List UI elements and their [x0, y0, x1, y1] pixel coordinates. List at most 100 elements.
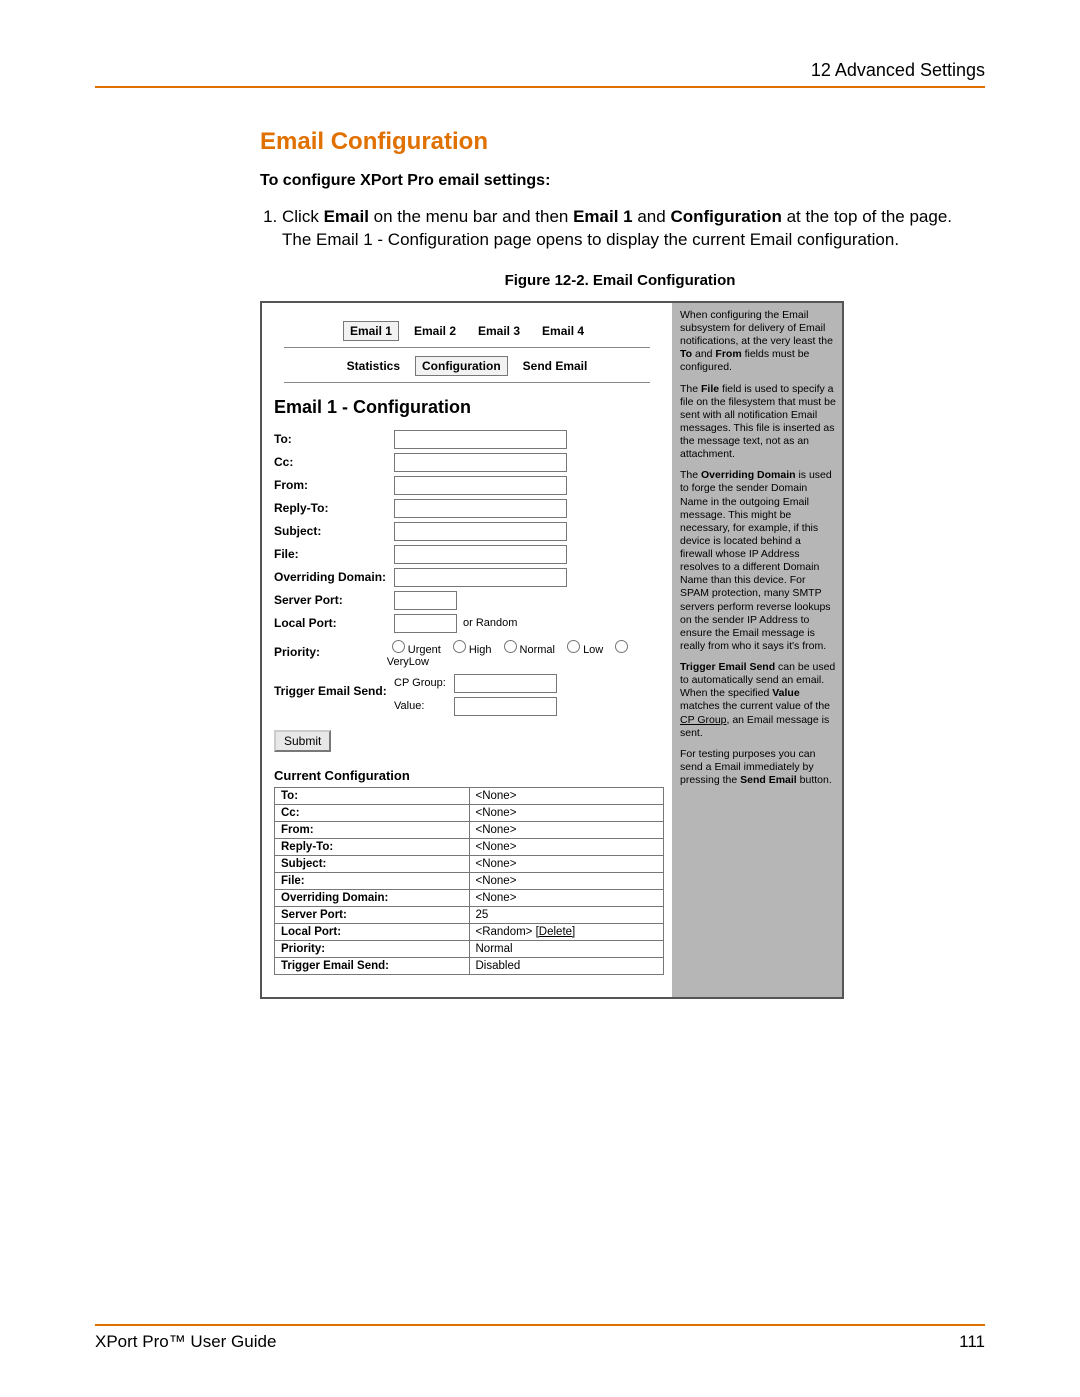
cfg-val: <None>: [469, 838, 664, 855]
step-bold: Configuration: [670, 207, 781, 226]
table-row: To:<None>: [275, 787, 664, 804]
label-cpgroup: CP Group:: [394, 677, 454, 689]
cfg-key: Local Port:: [275, 923, 470, 940]
table-row: Trigger Email Send:Disabled: [275, 957, 664, 974]
help-pane: When configuring the Email subsystem for…: [674, 303, 842, 997]
delete-link[interactable]: [Delete]: [536, 926, 576, 938]
label-high: High: [469, 644, 492, 656]
label-file: File:: [274, 547, 394, 561]
submit-button[interactable]: Submit: [274, 730, 331, 752]
table-row: Reply-To:<None>: [275, 838, 664, 855]
label-override: Overriding Domain:: [274, 570, 394, 584]
label-verylow: VeryLow: [387, 656, 429, 668]
table-row: Local Port:<Random> [Delete]: [275, 923, 664, 940]
cfg-val: <None>: [469, 787, 664, 804]
help-text: button.: [797, 774, 832, 786]
label-urgent: Urgent: [408, 644, 441, 656]
email-subtabs: Statistics Configuration Send Email: [274, 356, 660, 376]
label-low: Low: [583, 644, 603, 656]
help-underline: CP Group: [680, 714, 727, 726]
cfg-key: Subject:: [275, 855, 470, 872]
label-from: From:: [274, 478, 394, 492]
page-header-right: 12 Advanced Settings: [95, 60, 985, 86]
tab-email-1[interactable]: Email 1: [343, 321, 399, 341]
tab-email-4[interactable]: Email 4: [535, 321, 591, 341]
input-to[interactable]: [394, 430, 567, 449]
tab-email-2[interactable]: Email 2: [407, 321, 463, 341]
step-text: Click: [282, 207, 324, 226]
table-row: File:<None>: [275, 872, 664, 889]
cfg-key: Cc:: [275, 804, 470, 821]
cfg-key: Priority:: [275, 940, 470, 957]
cfg-val: <None>: [469, 821, 664, 838]
cfg-val: Normal: [469, 940, 664, 957]
help-bold: File: [701, 383, 719, 395]
embedded-screenshot: Email 1 Email 2 Email 3 Email 4 Statisti…: [260, 301, 844, 999]
pane-title: Email 1 - Configuration: [274, 397, 660, 418]
subtab-configuration[interactable]: Configuration: [415, 356, 508, 376]
help-bold: Send Email: [740, 774, 797, 786]
input-from[interactable]: [394, 476, 567, 495]
steps-list: Click Email on the menu bar and then Ema…: [260, 206, 980, 252]
tab-email-3[interactable]: Email 3: [471, 321, 527, 341]
help-text: is used to forge the sender Domain Name …: [680, 469, 832, 652]
step-text: and: [633, 207, 671, 226]
label-priority: Priority:: [274, 645, 387, 659]
footer-page-number: 111: [959, 1332, 985, 1352]
cfg-key: From:: [275, 821, 470, 838]
cfg-key: Trigger Email Send:: [275, 957, 470, 974]
input-cc[interactable]: [394, 453, 567, 472]
help-bold: Overriding Domain: [701, 469, 796, 481]
table-row: Overriding Domain:<None>: [275, 889, 664, 906]
input-cpgroup[interactable]: [454, 674, 557, 693]
label-subject: Subject:: [274, 524, 394, 538]
label-value: Value:: [394, 700, 454, 712]
section-subheading: To configure XPort Pro email settings:: [260, 172, 980, 190]
footer-left: XPort Pro™ User Guide: [95, 1332, 276, 1352]
input-file[interactable]: [394, 545, 567, 564]
cfg-val: <None>: [469, 889, 664, 906]
radio-normal[interactable]: [504, 640, 517, 653]
config-pane: Email 1 Email 2 Email 3 Email 4 Statisti…: [262, 303, 672, 997]
footer-rule: [95, 1324, 985, 1326]
subtab-divider: [284, 382, 650, 383]
radio-low[interactable]: [567, 640, 580, 653]
cfg-val: <None>: [469, 804, 664, 821]
cfg-val: 25: [469, 906, 664, 923]
table-row: Priority:Normal: [275, 940, 664, 957]
step-text: on the menu bar and then: [369, 207, 573, 226]
figure-caption: Figure 12-2. Email Configuration: [260, 272, 980, 289]
label-to: To:: [274, 432, 394, 446]
step-bold: Email 1: [573, 207, 633, 226]
step-1: Click Email on the menu bar and then Ema…: [282, 206, 980, 252]
subtab-statistics[interactable]: Statistics: [340, 356, 407, 376]
label-cc: Cc:: [274, 455, 394, 469]
priority-options: Urgent High Normal Low VeryLow: [387, 637, 660, 668]
radio-high[interactable]: [453, 640, 466, 653]
input-value[interactable]: [454, 697, 557, 716]
radio-urgent[interactable]: [392, 640, 405, 653]
input-subject[interactable]: [394, 522, 567, 541]
cfg-val: <None>: [469, 872, 664, 889]
help-text: The: [680, 469, 701, 481]
input-replyto[interactable]: [394, 499, 567, 518]
label-or-random: or Random: [463, 617, 517, 629]
input-serverport[interactable]: [394, 591, 457, 610]
radio-verylow[interactable]: [615, 640, 628, 653]
table-row: Subject:<None>: [275, 855, 664, 872]
cfg-key: Overriding Domain:: [275, 889, 470, 906]
current-config-title: Current Configuration: [274, 768, 660, 783]
cfg-val: <None>: [469, 855, 664, 872]
label-localport: Local Port:: [274, 616, 394, 630]
input-override[interactable]: [394, 568, 567, 587]
cfg-val: <Random> [Delete]: [469, 923, 664, 940]
label-trigger: Trigger Email Send:: [274, 674, 394, 698]
tab-divider: [284, 347, 650, 348]
input-localport[interactable]: [394, 614, 457, 633]
label-normal: Normal: [520, 644, 555, 656]
help-bold: To: [680, 348, 692, 360]
subtab-send-email[interactable]: Send Email: [516, 356, 595, 376]
cfg-key: File:: [275, 872, 470, 889]
help-bold: From: [715, 348, 741, 360]
help-bold: Value: [772, 687, 799, 699]
